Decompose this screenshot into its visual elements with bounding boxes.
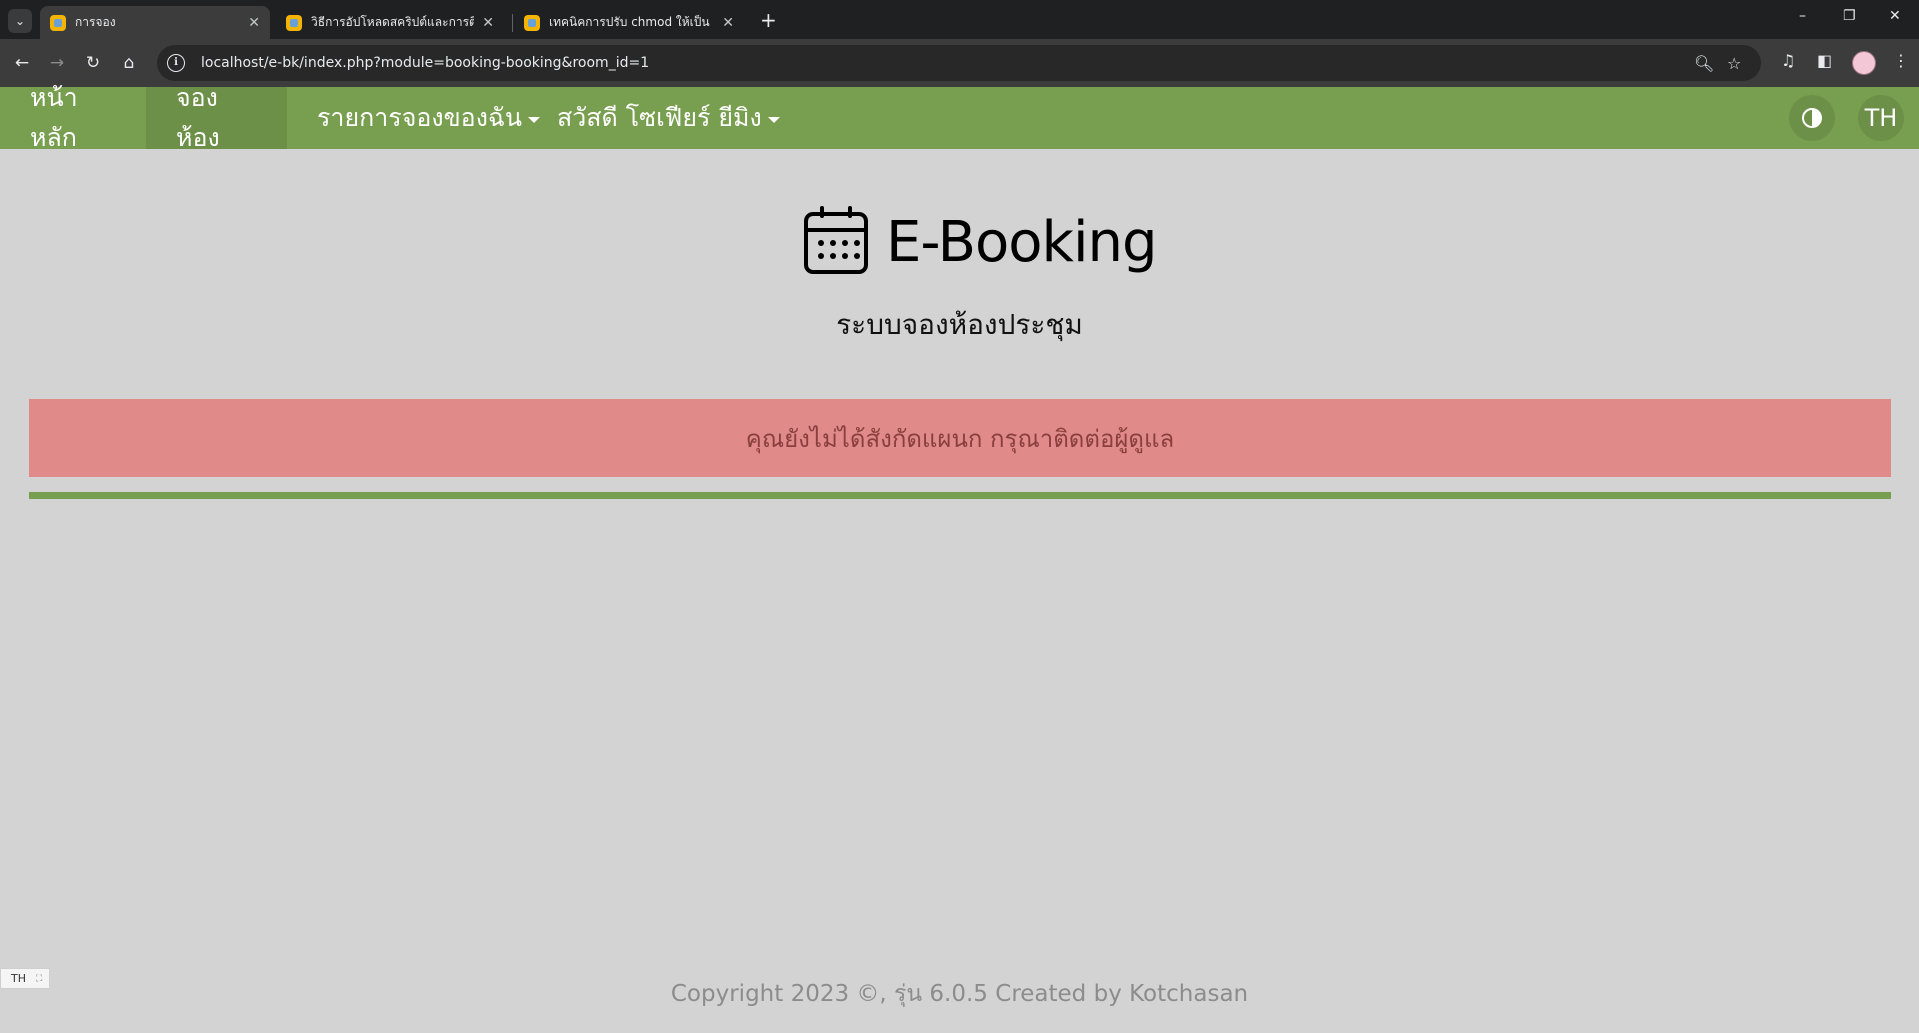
site-info-icon[interactable]: i — [167, 54, 185, 72]
browser-tab-2[interactable]: วิธีการอัปโหลดสคริปต์และการติดตั้งโ ✕ — [276, 6, 504, 39]
site-logo: E-Booking — [804, 205, 1158, 275]
site-favicon-icon — [524, 14, 540, 31]
chevron-down-icon: ⌄ — [14, 14, 26, 28]
browser-toolbar: ← → ↻ ⌂ i localhost/e-bk/index.php?modul… — [0, 39, 1919, 87]
nav-item-home[interactable]: หน้าหลัก — [0, 83, 146, 152]
site-nav: หน้าหลัก จองห้อง รายการจองของฉัน สวัสดี … — [0, 83, 1919, 152]
reload-button[interactable]: ↻ — [79, 49, 107, 77]
tab-search-button[interactable]: ⌄ — [8, 9, 32, 33]
content-divider — [29, 492, 1891, 499]
home-button[interactable]: ⌂ — [115, 49, 143, 77]
close-window-button[interactable]: ✕ — [1889, 8, 1901, 24]
site-title: E-Booking — [886, 210, 1158, 275]
close-icon[interactable]: ✕ — [722, 15, 734, 31]
nav-item-label: รายการจองของฉัน — [317, 103, 523, 132]
arrow-left-icon: ← — [14, 53, 30, 73]
theme-toggle-button[interactable] — [1789, 95, 1835, 141]
new-tab-button[interactable]: + — [760, 8, 777, 32]
site-favicon-icon — [286, 14, 302, 31]
nav-item-user-menu[interactable]: สวัสดี โซเฟียร์ ยีมิง — [527, 87, 810, 149]
media-controls-icon[interactable]: ♫ — [1781, 51, 1795, 70]
browser-tab-3[interactable]: เทคนิคการปรับ chmod ให้เป็น 777 ✕ — [514, 6, 744, 39]
restore-button[interactable]: ❐ — [1843, 8, 1856, 24]
language-label: TH — [1864, 104, 1898, 132]
nav-item-book-room[interactable]: จองห้อง — [146, 83, 287, 152]
home-icon: ⌂ — [123, 53, 135, 73]
ime-indicator[interactable]: TH ⛶ — [0, 968, 50, 989]
side-panel-icon[interactable]: ◧ — [1817, 51, 1832, 70]
language-button[interactable]: TH — [1858, 95, 1904, 141]
address-bar[interactable]: i localhost/e-bk/index.php?module=bookin… — [157, 45, 1761, 81]
browser-tabstrip: ⌄ การจอง ✕ วิธีการอัปโหลดสคริปต์และการติ… — [0, 0, 1919, 39]
caret-down-icon — [767, 117, 780, 123]
alert-message: คุณยังไม่ได้สังกัดแผนก กรุณาติดต่อผู้ดูแ… — [745, 424, 1175, 453]
page-footer: Copyright 2023 ©, รุ่น 6.0.5 Created by … — [670, 981, 1249, 1007]
forward-button[interactable]: → — [43, 49, 71, 77]
tab-title: วิธีการอัปโหลดสคริปต์และการติดตั้งโ — [311, 15, 475, 29]
tab-title: เทคนิคการปรับ chmod ให้เป็น 777 — [549, 15, 714, 29]
address-url[interactable]: localhost/e-bk/index.php?module=booking-… — [201, 55, 649, 71]
nav-item-label: จองห้อง — [176, 83, 220, 152]
browser-tab-1[interactable]: การจอง ✕ — [40, 6, 270, 39]
minimize-button[interactable]: – — [1799, 8, 1806, 24]
tab-title: การจอง — [75, 15, 116, 29]
back-button[interactable]: ← — [8, 49, 36, 77]
nav-item-label: สวัสดี โซเฟียร์ ยีมิง — [557, 103, 762, 132]
zoom-icon[interactable]: 🔍︎ — [1694, 54, 1714, 73]
calendar-icon — [804, 205, 868, 274]
error-alert: คุณยังไม่ได้สังกัดแผนก กรุณาติดต่อผู้ดูแ… — [29, 399, 1891, 477]
profile-avatar[interactable] — [1852, 51, 1876, 75]
kebab-menu-icon[interactable]: ⋮ — [1893, 51, 1909, 70]
site-favicon-icon — [50, 14, 66, 31]
bookmark-star-icon[interactable]: ☆ — [1727, 54, 1741, 73]
reload-icon: ↻ — [85, 53, 101, 73]
close-icon[interactable]: ✕ — [248, 15, 260, 31]
arrow-right-icon: → — [49, 53, 65, 73]
site-subtitle: ระบบจองห้องประชุม — [836, 308, 1083, 341]
contrast-icon — [1802, 108, 1822, 128]
nav-item-label: หน้าหลัก — [30, 83, 78, 152]
tab-separator — [512, 14, 513, 32]
ime-label: TH — [11, 972, 26, 985]
close-icon[interactable]: ✕ — [482, 15, 494, 31]
ime-mode-icon: ⛶ — [36, 973, 43, 984]
